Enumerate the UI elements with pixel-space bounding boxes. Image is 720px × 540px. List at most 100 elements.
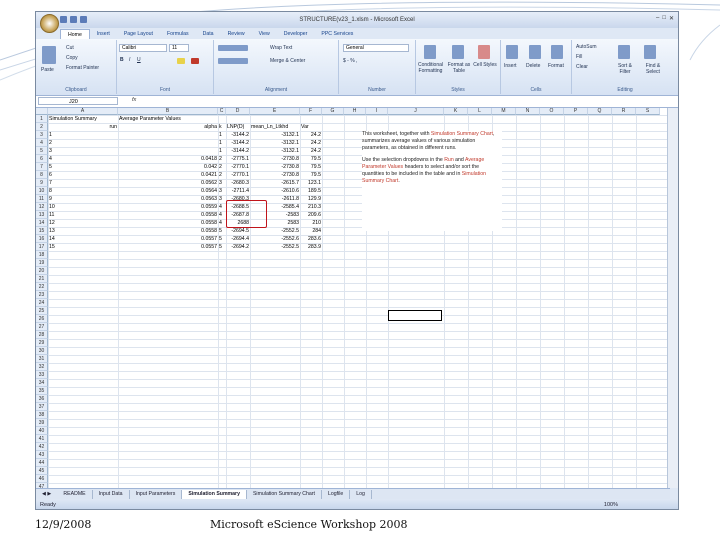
table-cell-k[interactable]: 5 [218, 227, 226, 235]
column-header-c[interactable]: C [218, 108, 226, 115]
table-cell-lnp[interactable]: -3144.2 [226, 147, 250, 155]
tab-data[interactable]: Data [196, 29, 221, 39]
table-cell-run[interactable]: 4 [48, 155, 118, 163]
tab-view[interactable]: View [252, 29, 277, 39]
clear-button[interactable]: Clear [576, 64, 588, 70]
table-cell-run[interactable]: 7 [48, 179, 118, 187]
row-header-35[interactable]: 35 [36, 387, 48, 395]
row-header-25[interactable]: 25 [36, 307, 48, 315]
font-color-icon[interactable] [191, 58, 199, 64]
column-header-p[interactable]: P [564, 108, 588, 115]
table-cell-lnp[interactable]: -3144.2 [226, 131, 250, 139]
table-cell-mean[interactable]: -2552.5 [250, 227, 300, 235]
table-cell-lnp[interactable]: -2680.3 [226, 179, 250, 187]
tab-insert[interactable]: Insert [90, 29, 117, 39]
table-cell-alpha[interactable] [118, 139, 218, 147]
table-cell-mean[interactable]: -3132.1 [250, 139, 300, 147]
italic-button[interactable]: I [129, 57, 130, 63]
row-header-42[interactable]: 42 [36, 443, 48, 451]
row-header-1[interactable]: 1 [36, 115, 48, 123]
column-header-n[interactable]: N [516, 108, 540, 115]
table-cell-alpha[interactable]: 0.0558 [118, 219, 218, 227]
row-header-44[interactable]: 44 [36, 459, 48, 467]
wrap-text-button[interactable]: Wrap Text [270, 45, 292, 51]
align-top-icon[interactable] [218, 45, 248, 51]
find-select-icon[interactable] [644, 45, 656, 59]
minimize-icon[interactable]: – [656, 15, 659, 22]
table-cell-run[interactable]: 2 [48, 139, 118, 147]
table-cell-mean[interactable]: -3132.1 [250, 131, 300, 139]
header-k[interactable]: k [218, 123, 226, 131]
table-cell-k[interactable]: 5 [218, 235, 226, 243]
table-cell-lnp[interactable]: -3144.2 [226, 139, 250, 147]
row-header-9[interactable]: 9 [36, 179, 48, 187]
row-header-17[interactable]: 17 [36, 243, 48, 251]
header-simulation-summary[interactable]: Simulation Summary [48, 115, 118, 123]
row-header-33[interactable]: 33 [36, 371, 48, 379]
maximize-icon[interactable]: □ [662, 15, 666, 22]
insert-button[interactable]: Insert [504, 63, 517, 69]
column-header-s[interactable]: S [636, 108, 660, 115]
table-cell-k[interactable]: 1 [218, 147, 226, 155]
table-cell-lnp[interactable]: -2770.1 [226, 163, 250, 171]
row-header-22[interactable]: 22 [36, 283, 48, 291]
header-lnp-d[interactable]: LNP(D) [226, 123, 250, 131]
format-table-button[interactable]: Format as Table [446, 62, 472, 74]
row-header-26[interactable]: 26 [36, 315, 48, 323]
table-cell-run[interactable]: 6 [48, 171, 118, 179]
row-header-43[interactable]: 43 [36, 451, 48, 459]
name-box[interactable]: J20 [38, 97, 118, 105]
sort-filter-icon[interactable] [618, 45, 630, 59]
column-header-l[interactable]: L [468, 108, 492, 115]
row-header-10[interactable]: 10 [36, 187, 48, 195]
delete-cells-icon[interactable] [529, 45, 541, 59]
row-header-16[interactable]: 16 [36, 235, 48, 243]
table-cell-k[interactable]: 4 [218, 211, 226, 219]
row-header-15[interactable]: 15 [36, 227, 48, 235]
table-cell-lnp[interactable]: -2694.5 [226, 227, 250, 235]
paste-button[interactable]: Paste [41, 67, 54, 73]
format-cells-icon[interactable] [551, 45, 563, 59]
table-cell-var[interactable]: 210.3 [300, 203, 322, 211]
column-header-a[interactable]: A [48, 108, 118, 115]
table-cell-run[interactable]: 9 [48, 195, 118, 203]
table-cell-run[interactable]: 15 [48, 243, 118, 251]
sheet-tab-input-parameters[interactable]: Input Parameters [130, 490, 183, 499]
bold-button[interactable]: B [120, 57, 124, 63]
row-header-37[interactable]: 37 [36, 403, 48, 411]
row-header-30[interactable]: 30 [36, 347, 48, 355]
table-cell-run[interactable]: 11 [48, 211, 118, 219]
table-cell-k[interactable]: 3 [218, 187, 226, 195]
sheet-tab-simulation-summary-chart[interactable]: Simulation Summary Chart [247, 490, 322, 499]
table-cell-k[interactable]: 5 [218, 243, 226, 251]
table-cell-lnp[interactable]: -2694.2 [226, 243, 250, 251]
column-header-h[interactable]: H [344, 108, 366, 115]
table-cell-run[interactable]: 8 [48, 187, 118, 195]
insert-cells-icon[interactable] [506, 45, 518, 59]
table-cell-var[interactable]: 210 [300, 219, 322, 227]
cut-button[interactable]: Cut [66, 45, 74, 51]
tab-developer[interactable]: Developer [277, 29, 315, 39]
sheet-tab-simulation-summary[interactable]: Simulation Summary [182, 490, 247, 499]
worksheet-grid[interactable]: ABCDEFGHIJKLMNOPQRS 1 2 3 4 5 6 7 8 9 10 11 12 13 14 1… [36, 108, 670, 500]
table-cell-var[interactable]: 129.9 [300, 195, 322, 203]
cell-styles-icon[interactable] [478, 45, 490, 59]
column-header-r[interactable]: R [612, 108, 636, 115]
table-cell-k[interactable]: 2 [218, 171, 226, 179]
table-cell-var[interactable]: 284 [300, 227, 322, 235]
row-header-40[interactable]: 40 [36, 427, 48, 435]
table-cell-k[interactable]: 2 [218, 155, 226, 163]
table-cell-var[interactable]: 24.2 [300, 139, 322, 147]
table-cell-alpha[interactable]: 0.0557 [118, 235, 218, 243]
row-header-36[interactable]: 36 [36, 395, 48, 403]
table-cell-k[interactable]: 4 [218, 203, 226, 211]
format-table-icon[interactable] [452, 45, 464, 59]
row-header-12[interactable]: 12 [36, 203, 48, 211]
table-cell-mean[interactable]: -2615.7 [250, 179, 300, 187]
merge-center-button[interactable]: Merge & Center [270, 58, 305, 64]
sheet-tab-readme[interactable]: README [57, 490, 93, 499]
tab-scroll-arrows[interactable]: ◀ ▶ [36, 490, 57, 499]
row-header-3[interactable]: 3 [36, 131, 48, 139]
vertical-scrollbar[interactable] [667, 108, 678, 488]
delete-button[interactable]: Delete [526, 63, 540, 69]
